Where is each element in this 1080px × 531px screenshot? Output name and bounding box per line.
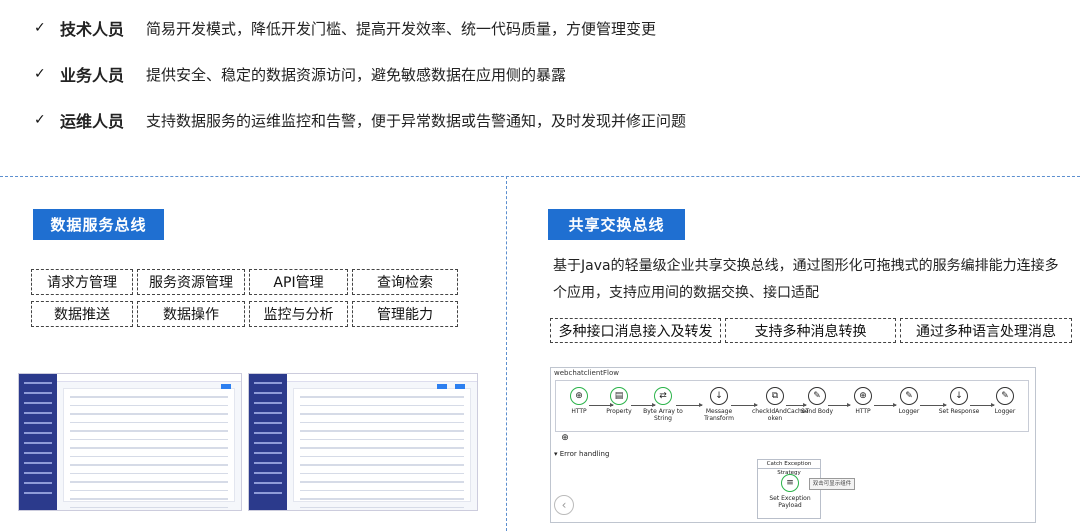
flow-node-set-exception[interactable]: ≡ Set Exception Payload [767,474,813,509]
flow-node-property[interactable]: ▤ Property [596,387,642,415]
role-description: 提供安全、稳定的数据资源访问，避免敏感数据在应用侧的暴露 [146,65,567,84]
share-bus-description: 基于Java的轻量级企业共享交换总线，通过图形化可拖拽式的服务编排能力连接多个应… [553,258,1059,301]
back-arrow-icon[interactable]: ‹ [554,495,574,515]
thumbnail-button [455,384,465,389]
screenshot-thumbnail-2 [248,373,478,511]
feature-message-transform: 支持多种消息转换 [725,318,896,343]
feature-management: 管理能力 [352,301,458,327]
bullet-tech: ✓ 技术人员 简易开发模式，降低开发门槛、提高开发效率、统一代码质量，方便管理变… [34,18,686,40]
role-description: 支持数据服务的运维监控和告警，便于异常数据或告警通知，及时发现并修正问题 [146,111,687,130]
script-icon: ⧉ [766,387,784,405]
feature-multi-interface: 多种接口消息接入及转发 [550,318,721,343]
thumbnail-button [437,384,447,389]
check-icon: ✓ [34,66,46,82]
vertical-divider [506,176,507,531]
thumbnail-content [63,388,235,508]
flow-designer-screenshot: webchatclientFlow ⊕ HTTP ▤ Property ⇄ By… [550,367,1036,523]
feature-requester-mgmt: 请求方管理 [31,269,133,295]
role-label: 技术人员 [60,20,125,39]
thumbnail-topbar [57,374,241,382]
thumbnail-button [221,384,231,389]
double-click-tooltip: 双击可显示组件 [809,478,855,490]
flow-lane: ⊕ HTTP ▤ Property ⇄ Byte Array to String… [555,380,1029,432]
role-label: 运维人员 [60,112,125,131]
download-icon: ↓ [950,387,968,405]
thumbnail-sidebar [249,374,287,510]
check-icon: ✓ [34,112,46,128]
pen-icon: ✎ [996,387,1014,405]
flow-title: webchatclientFlow [554,369,619,377]
check-icon: ✓ [34,20,46,36]
feature-data-push: 数据推送 [31,301,133,327]
flow-node-set-response[interactable]: ↓ Set Response [936,387,982,415]
feature-multi-language: 通过多种语言处理消息 [900,318,1072,343]
share-bus-title: 共享交换总线 [548,209,685,240]
feature-api-mgmt: API管理 [249,269,348,295]
globe-icon: ⊕ [559,432,571,444]
download-icon: ↓ [710,387,728,405]
thumbnail-topbar [287,374,477,382]
screenshot-thumbnail-1 [18,373,242,511]
flow-node-send-body[interactable]: ✎ Send Body [794,387,840,415]
bullet-ops: ✓ 运维人员 支持数据服务的运维监控和告警，便于异常数据或告警通知，及时发现并修… [34,110,687,132]
flow-node-logger-2[interactable]: ✎ Logger [982,387,1028,415]
pen-icon: ✎ [808,387,826,405]
catch-exception-title: Catch Exception Strategy [758,460,820,476]
property-icon: ▤ [610,387,628,405]
feature-monitoring: 监控与分析 [249,301,348,327]
feature-resource-mgmt: 服务资源管理 [137,269,245,295]
feature-data-ops: 数据操作 [137,301,245,327]
bullet-business: ✓ 业务人员 提供安全、稳定的数据资源访问，避免敏感数据在应用侧的暴露 [34,64,686,86]
error-handling-label[interactable]: ▾ Error handling [554,450,609,458]
pen-icon: ✎ [900,387,918,405]
role-description: 简易开发模式，降低开发门槛、提高开发效率、统一代码质量，方便管理变更 [146,19,657,38]
globe-icon: ⊕ [854,387,872,405]
flow-node-http-2[interactable]: ⊕ HTTP [840,387,886,415]
horizontal-divider [0,176,1080,177]
flow-source-globe: ⊕ [553,432,577,447]
thumbnail-sidebar [19,374,57,510]
data-bus-title: 数据服务总线 [33,209,164,240]
transform-icon: ⇄ [654,387,672,405]
exception-icon: ≡ [781,474,799,492]
globe-icon: ⊕ [570,387,588,405]
flow-node-logger[interactable]: ✎ Logger [886,387,932,415]
thumbnail-content [293,388,471,508]
role-benefits-list: ✓ 技术人员 简易开发模式，降低开发门槛、提高开发效率、统一代码质量，方便管理变… [34,18,686,156]
role-label: 业务人员 [60,66,125,85]
feature-query-search: 查询检索 [352,269,458,295]
